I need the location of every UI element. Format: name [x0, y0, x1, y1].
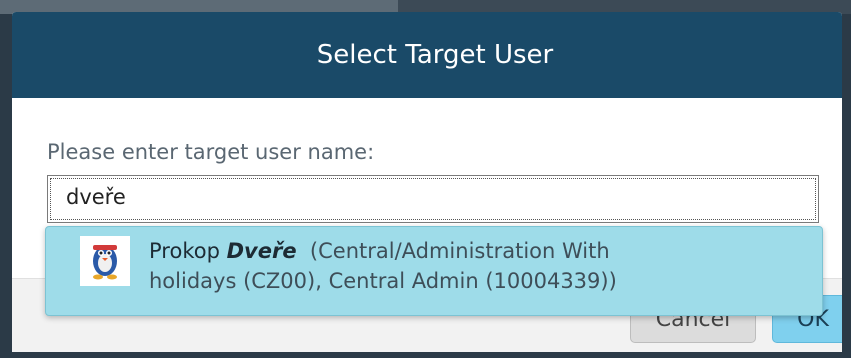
user-details-line2: holidays (CZ00), Central Admin (10004339… — [149, 269, 617, 293]
dialog-title: Select Target User — [316, 40, 554, 70]
user-suggestion-item[interactable]: Prokop Dveře (Central/Administration Wit… — [45, 226, 823, 316]
user-details-line1: (Central/Administration With — [309, 239, 610, 263]
user-avatar-icon — [80, 236, 130, 286]
user-first-name: Prokop — [149, 239, 220, 263]
suggestion-text: Prokop Dveře (Central/Administration Wit… — [149, 236, 809, 296]
prompt-label: Please enter target user name: — [47, 140, 375, 164]
user-last-name: Dveře — [226, 239, 297, 263]
dialog-header: Select Target User — [12, 12, 842, 98]
target-user-input[interactable] — [66, 185, 766, 209]
target-user-input-box[interactable] — [47, 175, 819, 223]
